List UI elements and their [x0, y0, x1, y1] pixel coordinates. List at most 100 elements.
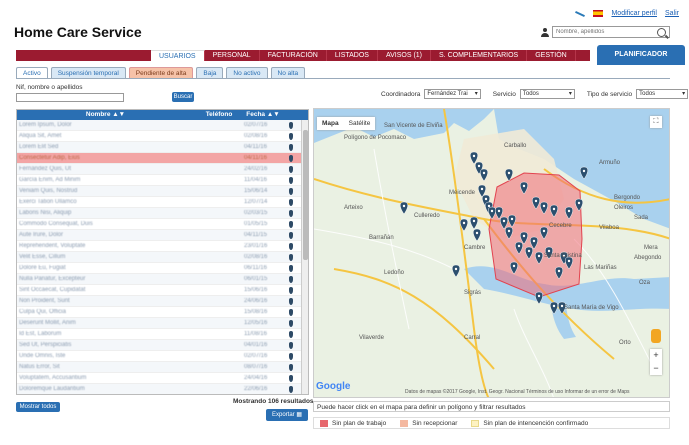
nav-facturacion[interactable]: FACTURACIÓN [260, 50, 327, 61]
table-row[interactable]: Aute Irure, Dolor 04/11/15 [17, 230, 308, 241]
nav-gestion[interactable]: GESTIÓN [527, 50, 576, 61]
nav-avisos[interactable]: AVISOS (1) [378, 50, 432, 61]
map-pin-icon[interactable] [289, 143, 293, 151]
map-marker-icon[interactable] [473, 228, 481, 242]
user-search-input[interactable] [552, 26, 670, 38]
map-type-map[interactable]: Mapa [317, 117, 344, 130]
locate-cell[interactable] [282, 175, 300, 185]
nif-input[interactable] [16, 93, 124, 102]
table-row[interactable]: Aliqua Sit, Amet 02/08/16 [17, 131, 308, 142]
table-row[interactable]: Fernández Quis, Ut 24/02/16 [17, 164, 308, 175]
map-pin-icon[interactable] [289, 165, 293, 173]
map-pin-icon[interactable] [289, 385, 293, 393]
map-pin-icon[interactable] [289, 275, 293, 283]
map-pin-icon[interactable] [289, 297, 293, 305]
map-pin-icon[interactable] [289, 264, 293, 272]
exit-link[interactable]: Salir [665, 10, 679, 17]
table-row[interactable]: Doloremque Laudantium 22/06/16 [17, 384, 308, 394]
tab-activo[interactable]: Activo [16, 67, 48, 78]
show-all-button[interactable]: Mostrar todos [16, 402, 60, 412]
tab-no-activo[interactable]: No activo [226, 67, 268, 78]
map-pin-icon[interactable] [289, 330, 293, 338]
locate-cell[interactable] [282, 164, 300, 174]
locate-cell[interactable] [282, 197, 300, 207]
locate-cell[interactable] [282, 252, 300, 262]
tab-no-alta[interactable]: No alta [270, 67, 306, 78]
profile-link[interactable]: Modificar perfil [611, 10, 657, 17]
coordinator-select[interactable]: Fernández Trai [424, 89, 481, 99]
map-marker-icon[interactable] [400, 201, 408, 215]
locate-cell[interactable] [282, 318, 300, 328]
nav-usuarios[interactable]: USUARIOS [151, 50, 205, 61]
table-row[interactable]: Velit Esse, Cillum 02/08/16 [17, 252, 308, 263]
table-row[interactable]: Lorem Ipsum, Dolor 02/07/16 [17, 120, 308, 131]
table-row[interactable]: Non Proident, Sunt 24/06/16 [17, 296, 308, 307]
locate-cell[interactable] [282, 329, 300, 339]
table-row[interactable]: Sed Ut, Perspiciatis 04/01/16 [17, 340, 308, 351]
map-pin-icon[interactable] [289, 198, 293, 206]
table-row[interactable]: Id Est, Laborum 11/08/16 [17, 329, 308, 340]
table-row[interactable]: Consectetur Adip, Eius 04/11/16 [17, 153, 308, 164]
table-row[interactable]: Deserunt Mollit, Anim 12/05/16 [17, 318, 308, 329]
locate-cell[interactable] [282, 351, 300, 361]
locate-cell[interactable] [282, 373, 300, 383]
table-row[interactable]: Natus Error, Sit 08/07/16 [17, 362, 308, 373]
zoom-out-button[interactable]: − [650, 362, 662, 375]
map-pin-icon[interactable] [289, 242, 293, 250]
map-pin-icon[interactable] [289, 132, 293, 140]
tab-suspension[interactable]: Suspensión temporal [50, 67, 126, 78]
map-canvas[interactable]: San Vicente de Elviña Polígono de Pocomac… [314, 109, 670, 398]
nav-complementarios[interactable]: S. COMPLEMENTARIOS [431, 50, 528, 61]
map-type-satellite[interactable]: Satélite [344, 117, 376, 130]
map-pin-icon[interactable] [289, 176, 293, 184]
locate-cell[interactable] [282, 263, 300, 273]
locate-cell[interactable] [282, 362, 300, 372]
map-pin-icon[interactable] [289, 231, 293, 239]
map-marker-icon[interactable] [470, 216, 478, 230]
col-name-header[interactable]: Nombre ▲▼ [17, 110, 194, 120]
map-pin-icon[interactable] [289, 352, 293, 360]
table-row[interactable]: Culpa Qui, Officia 15/08/16 [17, 307, 308, 318]
map-pin-icon[interactable] [289, 286, 293, 294]
pegman-icon[interactable] [651, 329, 661, 343]
table-row[interactable]: Commodo Consequat, Duis 01/05/15 [17, 219, 308, 230]
locate-cell[interactable] [282, 186, 300, 196]
table-row[interactable]: Unde Omnis, Iste 02/07/16 [17, 351, 308, 362]
map-pin-icon[interactable] [289, 121, 293, 129]
locate-cell[interactable] [282, 384, 300, 394]
table-row[interactable]: Veniam Quis, Nostrud 15/06/14 [17, 186, 308, 197]
planner-button[interactable]: PLANIFICADOR [597, 45, 685, 65]
table-row[interactable]: Laboris Nisi, Aliquip 02/03/15 [17, 208, 308, 219]
service-type-select[interactable]: Todos [636, 89, 689, 99]
locate-cell[interactable] [282, 285, 300, 295]
spain-flag-icon[interactable] [593, 10, 604, 17]
map-pin-icon[interactable] [289, 319, 293, 327]
tab-pendiente[interactable]: Pendiente de alta [128, 67, 194, 78]
locate-cell[interactable] [282, 340, 300, 350]
col-date-header[interactable]: Fecha ▲▼ [244, 110, 282, 120]
locate-cell[interactable] [282, 230, 300, 240]
export-button[interactable]: Exportar ▦ [266, 409, 308, 421]
map-pin-icon[interactable] [289, 154, 293, 162]
locate-cell[interactable] [282, 208, 300, 218]
map-pin-icon[interactable] [289, 209, 293, 217]
map-pin-icon[interactable] [289, 363, 293, 371]
locate-cell[interactable] [282, 131, 300, 141]
table-row[interactable]: Lorem Elit Sed 04/11/16 [17, 142, 308, 153]
nav-personal[interactable]: PERSONAL [205, 50, 260, 61]
locate-cell[interactable] [282, 153, 300, 163]
zoom-in-button[interactable]: + [650, 349, 662, 362]
map-pin-icon[interactable] [289, 187, 293, 195]
locate-cell[interactable] [282, 219, 300, 229]
tool-icon[interactable] [575, 10, 586, 17]
search-icon[interactable] [657, 27, 666, 37]
locate-cell[interactable] [282, 142, 300, 152]
table-row[interactable]: Exerci Tation Ullamco 12/07/14 [17, 197, 308, 208]
map-pin-icon[interactable] [289, 253, 293, 261]
table-row[interactable]: Dolore Eu, Fugiat 06/11/16 [17, 263, 308, 274]
service-select[interactable]: Todos [519, 89, 575, 99]
scroll-thumb[interactable] [303, 130, 308, 260]
map-pin-icon[interactable] [289, 308, 293, 316]
tab-baja[interactable]: Baja [196, 67, 224, 78]
table-row[interactable]: Sint Occaecat, Cupidatat 15/06/16 [17, 285, 308, 296]
